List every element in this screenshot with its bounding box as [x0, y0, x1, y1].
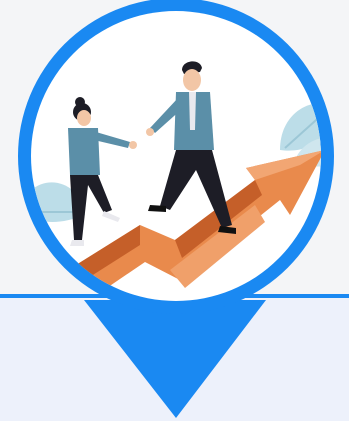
pin-pointer [84, 300, 266, 418]
teamwork-card [0, 0, 349, 421]
location-pin-badge [18, 0, 334, 418]
